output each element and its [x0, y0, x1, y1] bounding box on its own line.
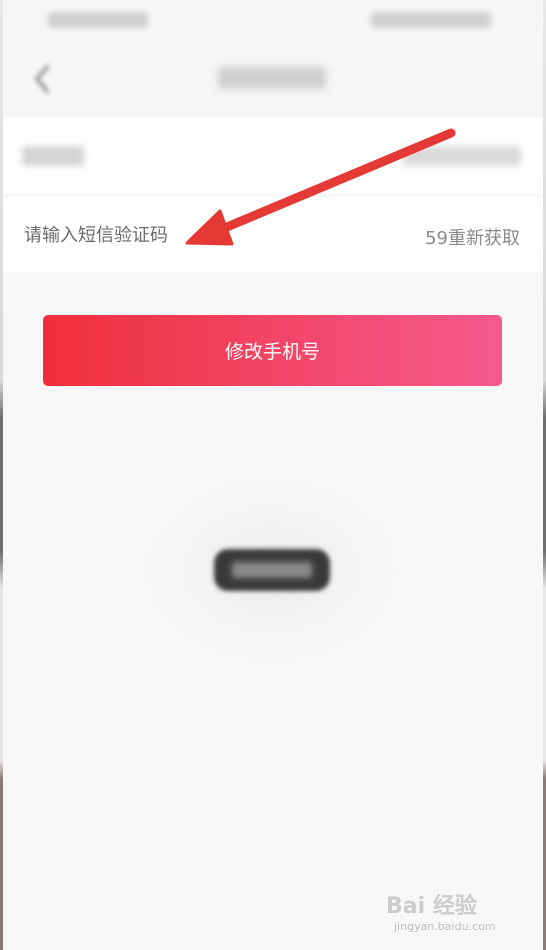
resend-code-button[interactable]: 59重新获取	[425, 224, 520, 250]
current-phone-row	[0, 117, 546, 194]
phone-screen: 59重新获取 修改手机号	[0, 0, 546, 950]
status-bar-left	[48, 12, 148, 28]
status-bar-right	[371, 12, 491, 28]
left-edge-shadow	[0, 0, 3, 950]
page-title	[218, 67, 326, 89]
chevron-left-icon[interactable]	[30, 62, 54, 96]
change-phone-button[interactable]: 修改手机号	[43, 315, 502, 386]
toast-message	[214, 549, 330, 591]
toast-text	[232, 562, 312, 578]
sms-code-row: 59重新获取	[0, 197, 546, 272]
current-phone-label	[22, 146, 84, 166]
navigation-bar	[0, 42, 546, 117]
watermark-url: jingyan.baidu.com	[394, 920, 496, 933]
sms-code-input[interactable]	[24, 221, 284, 249]
watermark-logo: Bai 经验	[386, 894, 477, 919]
current-phone-value	[403, 146, 521, 166]
status-bar	[0, 0, 546, 42]
baidu-jingyan-watermark: Bai 经验 jingyan.baidu.com	[386, 888, 516, 938]
